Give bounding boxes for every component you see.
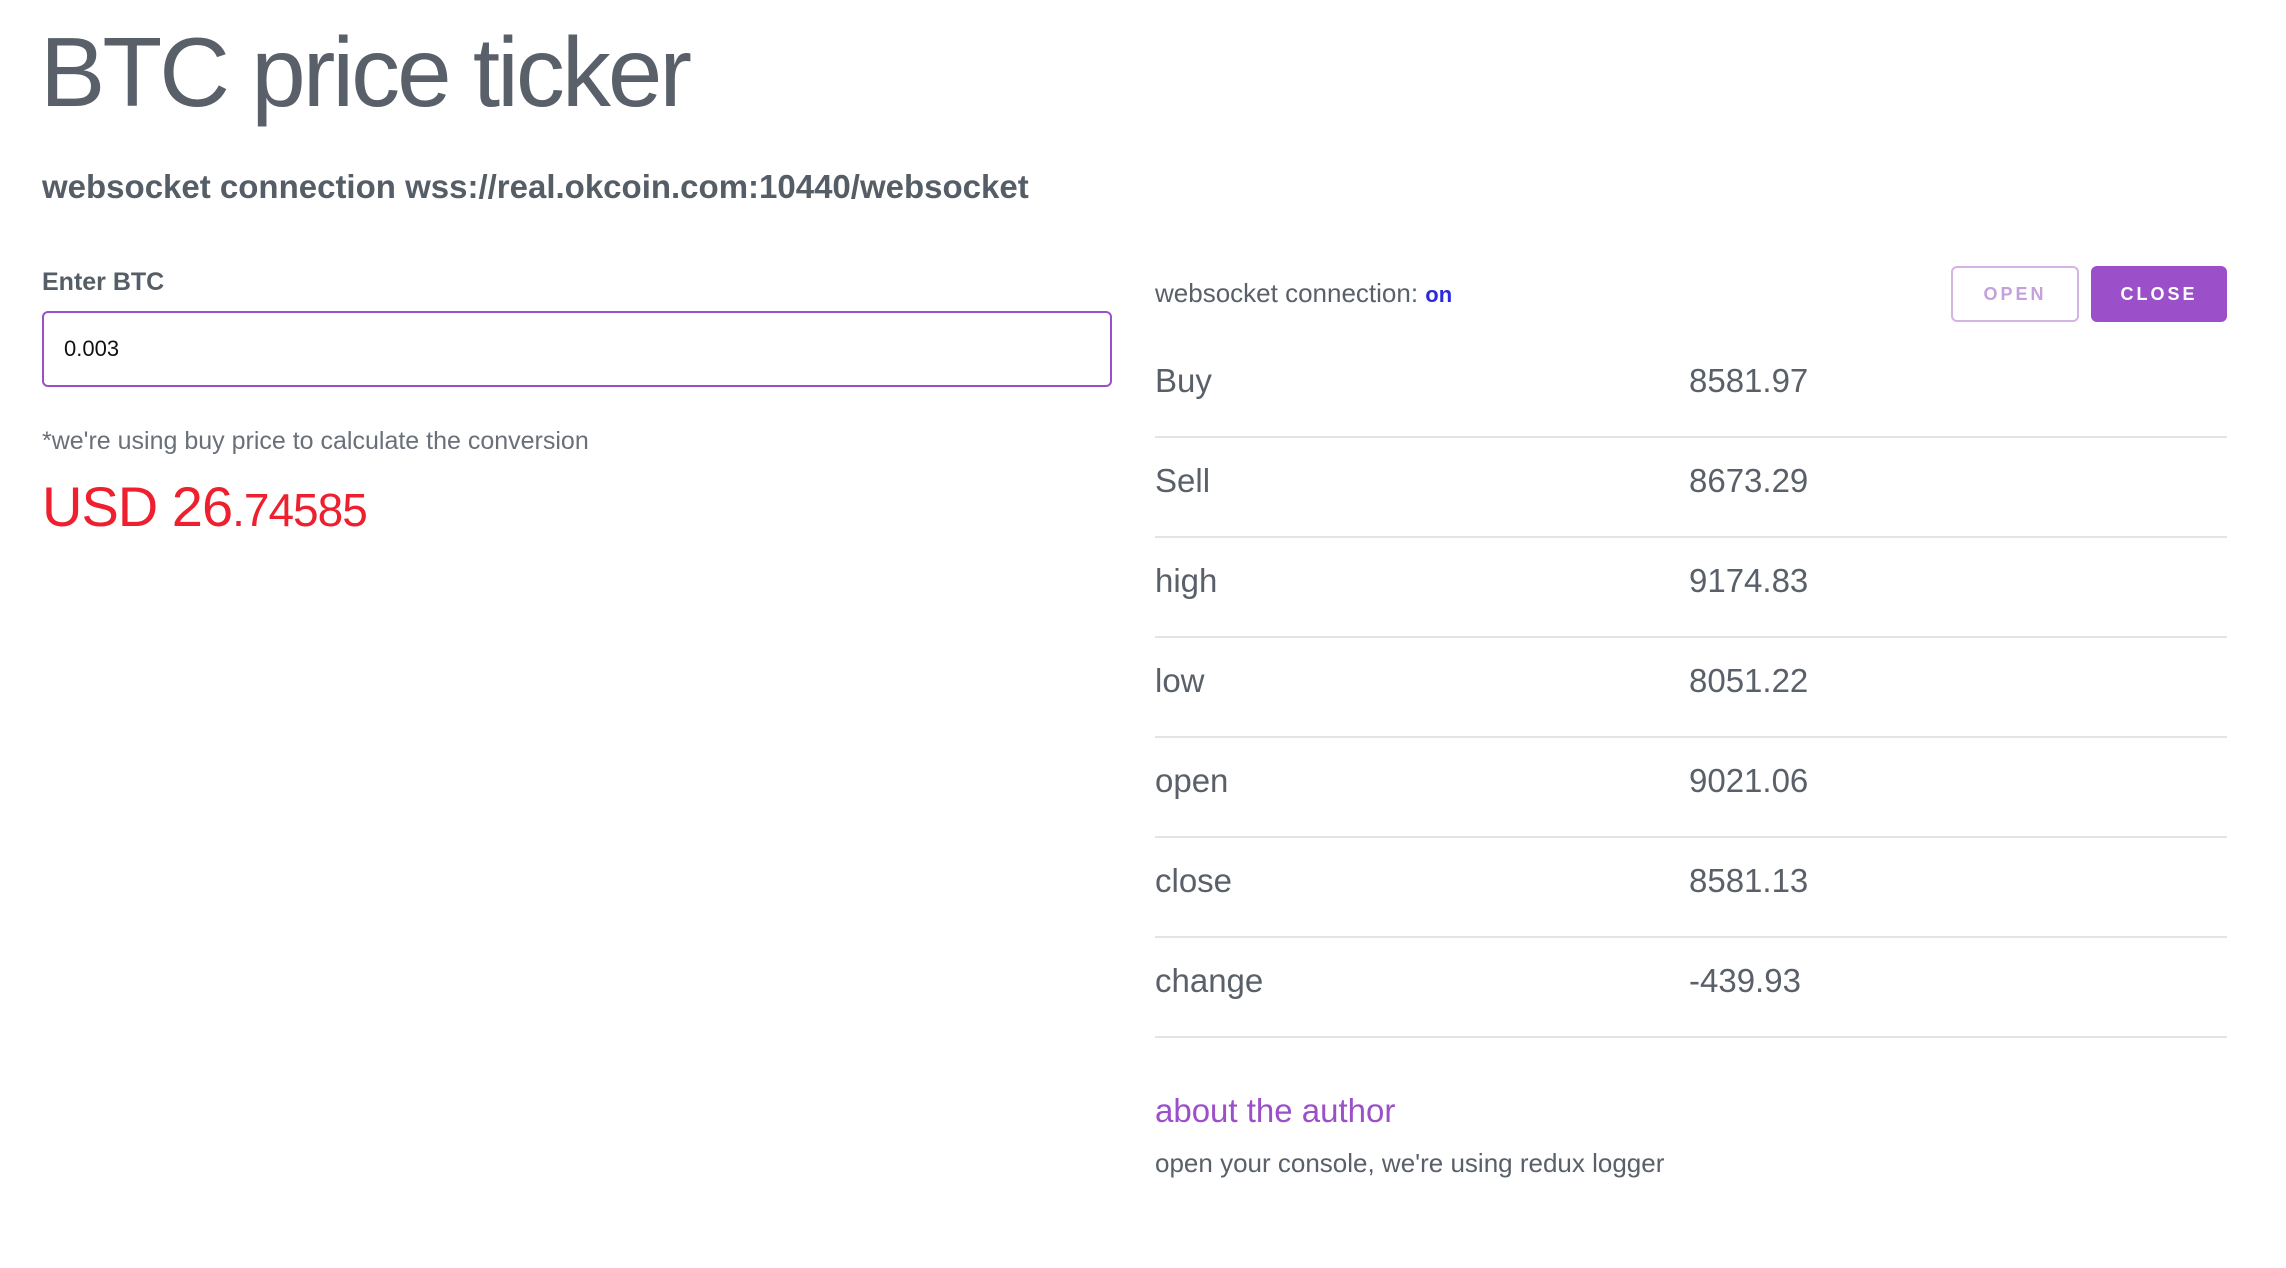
usd-result-integer: USD 26 (42, 475, 233, 538)
page-title: BTC price ticker (40, 17, 692, 127)
usd-result-decimals: .74585 (232, 484, 368, 536)
ticker-key: open (1155, 762, 1229, 799)
ticker-key: close (1155, 862, 1233, 899)
footer: about the author open your console, we'r… (1155, 1092, 2227, 1179)
open-connection-button[interactable]: OPEN (1951, 266, 2079, 322)
ticker-value: 9021.06 (1689, 762, 1809, 799)
close-connection-button[interactable]: CLOSE (2091, 266, 2227, 322)
ticker-value: -439.93 (1689, 962, 1801, 999)
ticker-key: high (1155, 562, 1218, 599)
ticker-value: 8581.13 (1689, 862, 1809, 899)
ticker-panel: websocket connection: on OPEN CLOSE Buy … (1155, 264, 2227, 1179)
btc-amount-input[interactable] (42, 311, 1112, 387)
websocket-url-heading: websocket connection wss://real.okcoin.c… (42, 168, 1029, 205)
ticker-value: 8581.97 (1689, 362, 1809, 399)
ticker-value: 8051.22 (1689, 662, 1809, 699)
ticker-value: 9174.83 (1689, 562, 1809, 599)
ticker-row-sell: Sell 8673.29 (1155, 438, 2227, 538)
connection-row: websocket connection: on OPEN CLOSE (1155, 264, 2227, 326)
ticker-row-low: low 8051.22 (1155, 638, 2227, 738)
ticker-row-change: change -439.93 (1155, 938, 2227, 1038)
console-note: open your console, we're using redux log… (1155, 1148, 1665, 1178)
about-author-link[interactable]: about the author (1155, 1092, 2227, 1130)
ticker-key: low (1155, 662, 1205, 699)
connection-status: websocket connection: on (1155, 278, 1452, 309)
ticker-table: Buy 8581.97 Sell 8673.29 high 9174.83 lo… (1155, 338, 2227, 1038)
ticker-value: 8673.29 (1689, 462, 1809, 499)
converter-panel: Enter BTC *we're using buy price to calc… (42, 268, 1112, 539)
connection-status-label: websocket connection: (1155, 278, 1419, 308)
connection-state: on (1425, 282, 1453, 307)
usd-result: USD 26.74585 (42, 474, 1112, 539)
ticker-row-high: high 9174.83 (1155, 538, 2227, 638)
conversion-note: *we're using buy price to calculate the … (42, 427, 589, 455)
ticker-row-buy: Buy 8581.97 (1155, 338, 2227, 438)
ticker-row-close: close 8581.13 (1155, 838, 2227, 938)
btc-input-label: Enter BTC (42, 268, 165, 296)
ticker-key: Sell (1155, 462, 1211, 499)
ticker-key: Buy (1155, 362, 1212, 399)
ticker-key: change (1155, 962, 1264, 999)
ticker-row-open: open 9021.06 (1155, 738, 2227, 838)
